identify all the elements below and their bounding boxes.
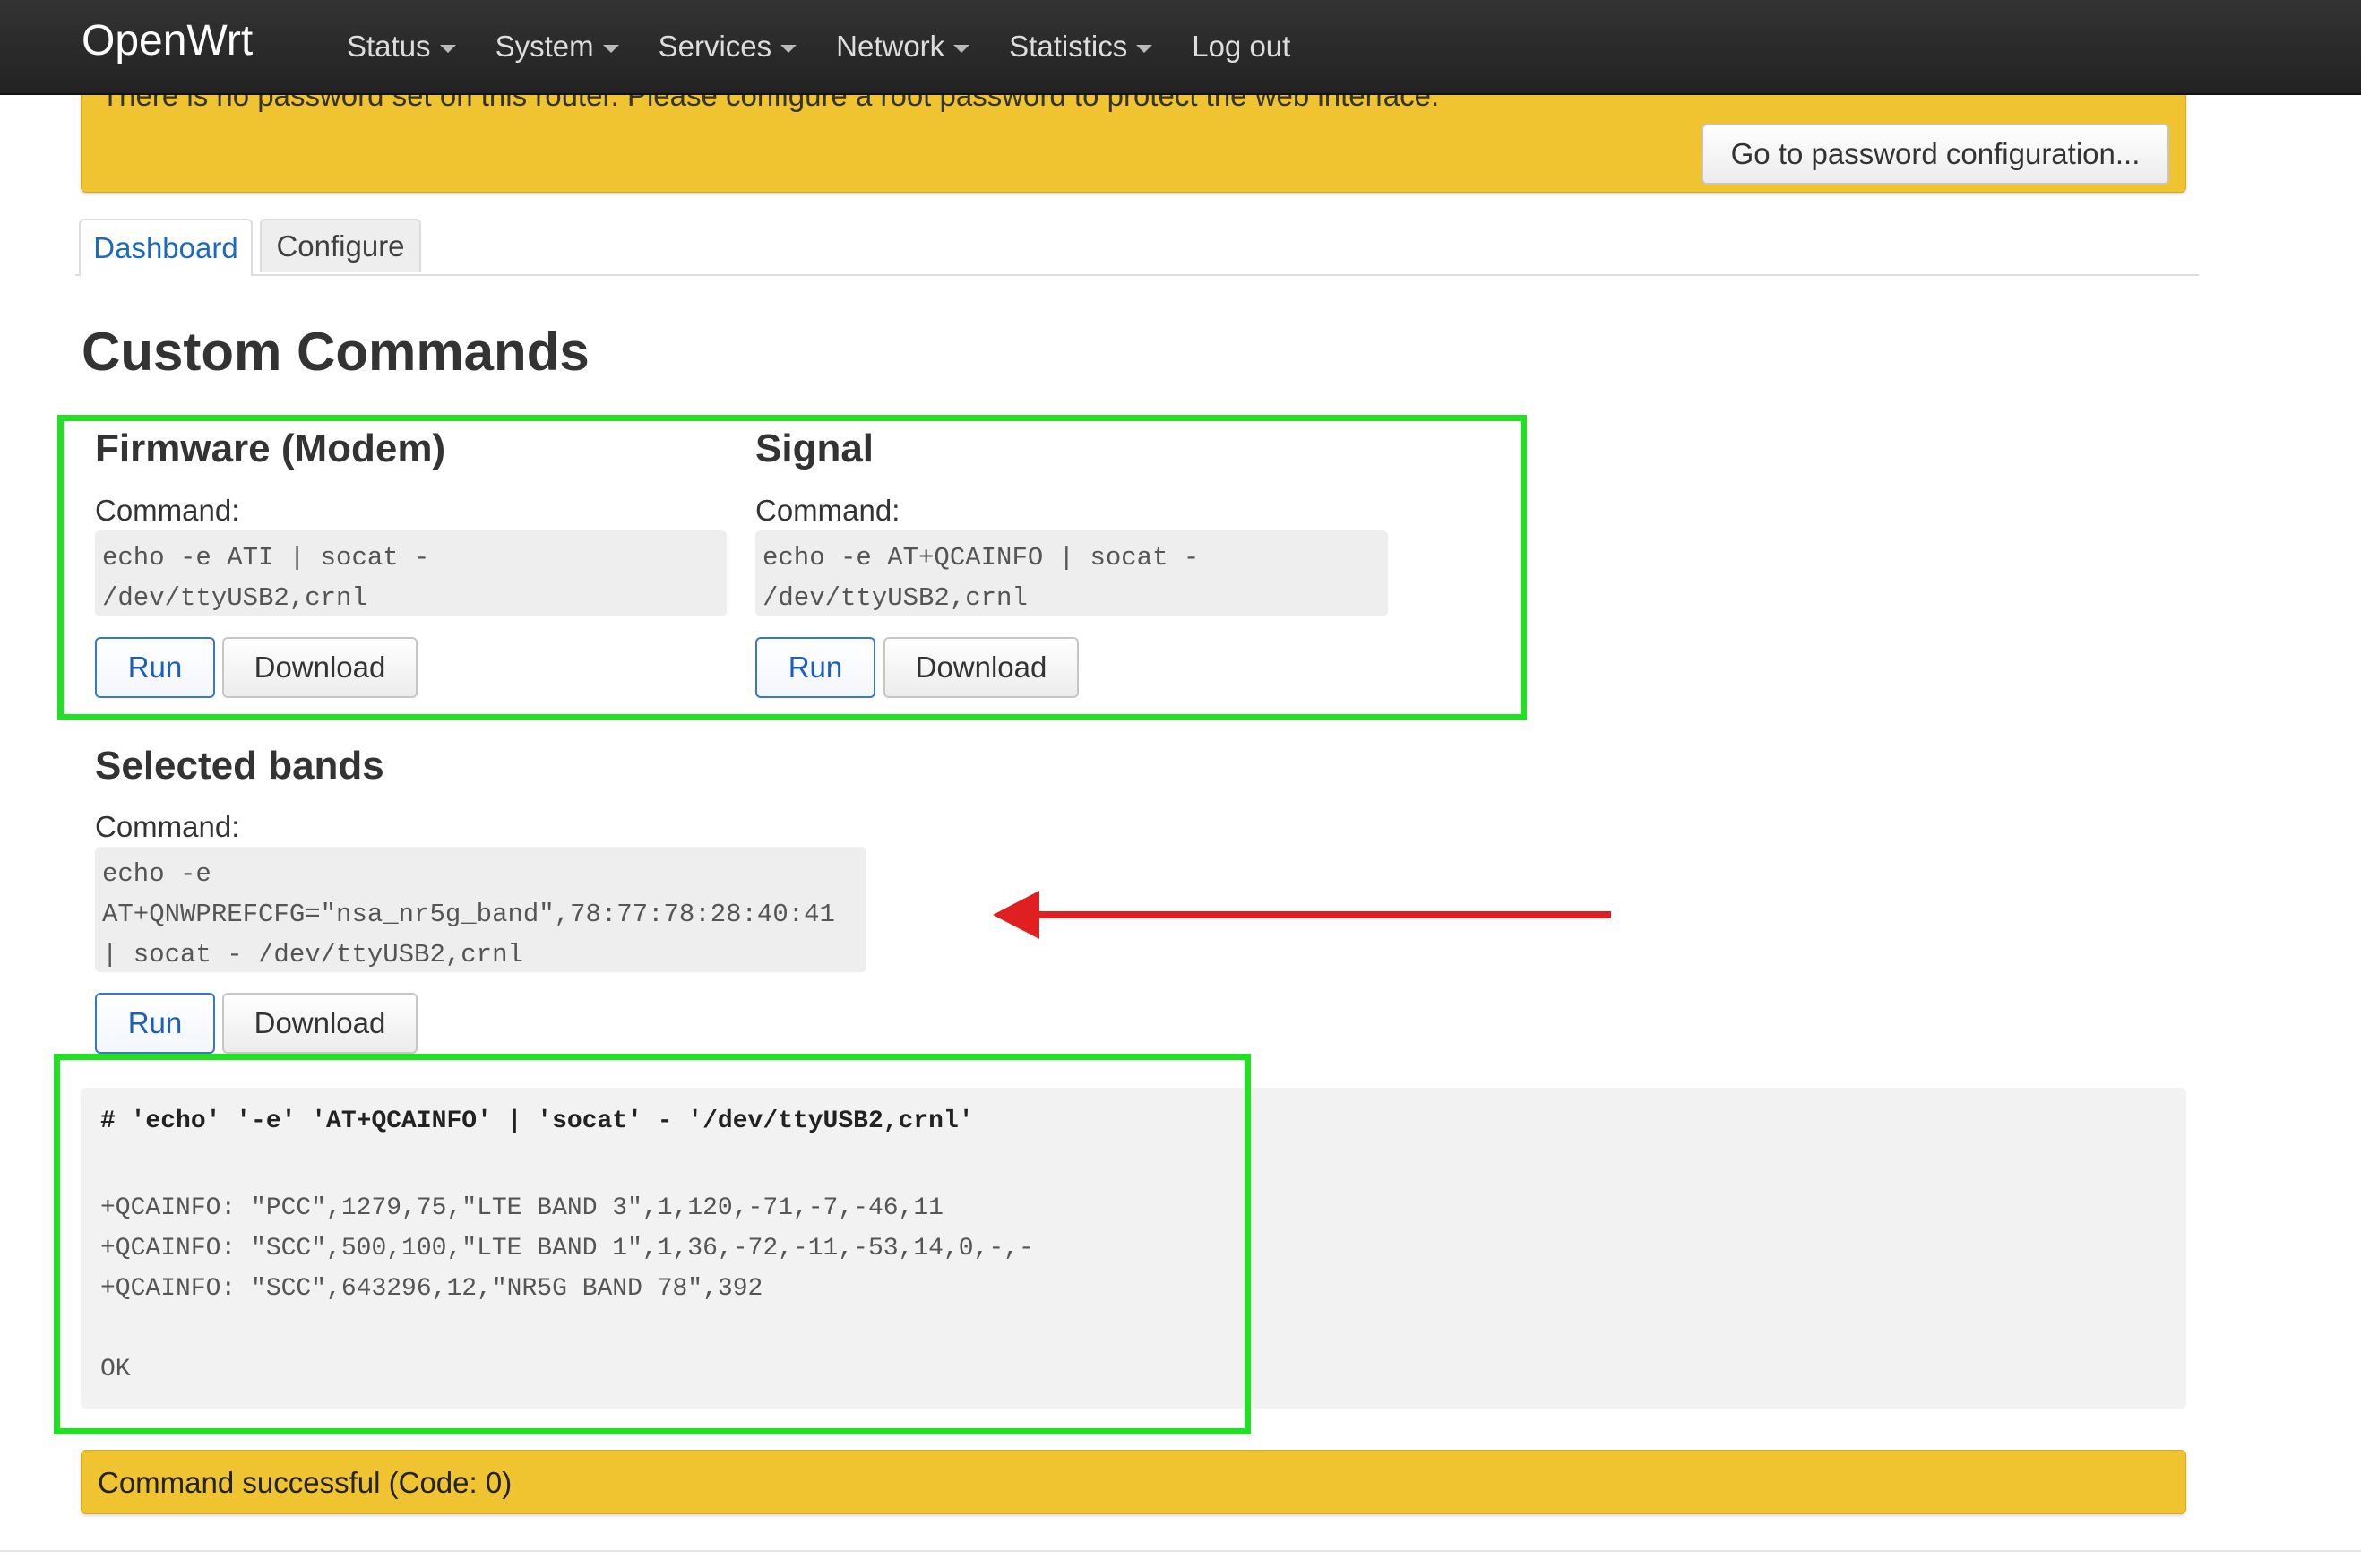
caret-down-icon [439, 44, 456, 53]
footer-divider [0, 1550, 2361, 1552]
firmware-command-label: Command: [95, 494, 240, 527]
menu-statistics-label: Statistics [1009, 30, 1128, 63]
menu-network-label: Network [836, 30, 945, 63]
signal-title: Signal [755, 426, 875, 470]
bands-command-box: echo -e AT+QNWPREFCFG="nsa_nr5g_band",78… [95, 847, 866, 972]
menu-system[interactable]: System [476, 0, 639, 93]
tab-configure[interactable]: Configure [260, 219, 421, 272]
menu-status-label: Status [347, 30, 431, 63]
caret-down-icon [1136, 44, 1153, 53]
page-title: Custom Commands [82, 322, 590, 382]
tab-dashboard[interactable]: Dashboard [79, 219, 253, 276]
password-config-button[interactable]: Go to password configuration... [1702, 124, 2169, 185]
bands-command-label: Command: [95, 810, 240, 843]
brand-logo[interactable]: OpenWrt [82, 16, 253, 65]
command-status-text: Command successful (Code: 0) [98, 1466, 513, 1499]
menu-statistics[interactable]: Statistics [989, 0, 1172, 93]
signal-run-button[interactable]: Run [755, 637, 875, 698]
menu-status[interactable]: Status [327, 0, 476, 93]
menu-services[interactable]: Services [639, 0, 817, 93]
signal-command-box: echo -e AT+QCAINFO | socat - /dev/ttyUSB… [755, 530, 1388, 616]
caret-down-icon [780, 44, 797, 53]
signal-download-button[interactable]: Download [883, 637, 1079, 698]
menu-system-label: System [495, 30, 594, 63]
firmware-command-box: echo -e ATI | socat - /dev/ttyUSB2,crnl [95, 530, 727, 616]
bands-title: Selected bands [95, 744, 384, 788]
annotation-arrow-icon [993, 891, 1611, 939]
main-menu: Status System Services Network Statistic… [327, 0, 1310, 93]
bands-run-button[interactable]: Run [95, 993, 215, 1054]
signal-command-label: Command: [755, 494, 900, 527]
top-navbar: OpenWrt Status System Services Network S… [0, 0, 2361, 95]
output-result-lines: +QCAINFO: "PCC",1279,75,"LTE BAND 3",1,1… [100, 1194, 1034, 1383]
tab-bar: Dashboard Configure [75, 217, 2199, 276]
caret-down-icon [953, 44, 970, 53]
command-status-bar: Command successful (Code: 0) [81, 1450, 2186, 1514]
bands-download-button[interactable]: Download [222, 993, 418, 1054]
firmware-run-button[interactable]: Run [95, 637, 215, 698]
firmware-download-button[interactable]: Download [222, 637, 418, 698]
firmware-title: Firmware (Modem) [95, 426, 446, 470]
caret-down-icon [602, 44, 619, 53]
command-output: # 'echo' '-e' 'AT+QCAINFO' | 'socat' - '… [81, 1088, 2186, 1409]
menu-logout[interactable]: Log out [1172, 0, 1310, 93]
output-command-line: # 'echo' '-e' 'AT+QCAINFO' | 'socat' - '… [100, 1107, 974, 1135]
menu-services-label: Services [658, 30, 772, 63]
menu-logout-label: Log out [1192, 30, 1291, 63]
menu-network[interactable]: Network [816, 0, 989, 93]
